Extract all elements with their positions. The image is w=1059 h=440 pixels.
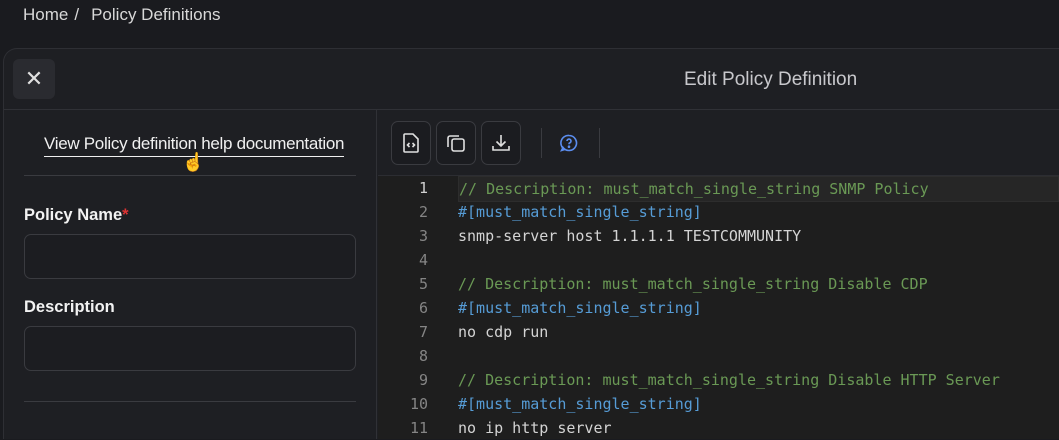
download-button[interactable] (481, 121, 521, 165)
code-line[interactable]: 5 // Description: must_match_single_strin… (378, 272, 1059, 296)
line-number: 6 (418, 299, 428, 317)
breadcrumb-separator: / (74, 5, 80, 24)
policy-name-input[interactable] (24, 234, 356, 279)
line-number: 1 (418, 179, 428, 197)
code-line[interactable]: 8 (378, 344, 1059, 368)
code-line[interactable]: 9 // Description: must_match_single_strin… (378, 368, 1059, 392)
code-text: #[must_match_single_string] (458, 203, 702, 221)
copy-button[interactable] (436, 121, 476, 165)
code-text: // Description: must_match_single_string… (458, 176, 1059, 202)
editor-toolbar (378, 110, 1059, 176)
download-icon (492, 135, 510, 151)
line-number: 11 (409, 419, 428, 437)
code-line[interactable]: 4 (378, 248, 1059, 272)
code-line[interactable]: 3 snmp-server host 1.1.1.1 TESTCOMMUNITY (378, 224, 1059, 248)
line-number: 9 (418, 371, 428, 389)
divider (24, 401, 356, 402)
help-button[interactable] (559, 134, 578, 157)
hand-cursor-icon: ☝ (182, 152, 205, 172)
breadcrumb-home[interactable]: Home (23, 5, 68, 24)
breadcrumb: Home / Policy Definitions (23, 5, 227, 25)
divider (24, 175, 356, 176)
line-number: 3 (418, 227, 428, 245)
code-text: snmp-server host 1.1.1.1 TESTCOMMUNITY (458, 227, 802, 245)
format-code-button[interactable] (391, 121, 431, 165)
modal-header: ✕ Edit Policy Definition (4, 49, 1059, 110)
code-line[interactable]: 11 no ip http server (378, 416, 1059, 440)
line-number: 5 (418, 275, 428, 293)
code-text: #[must_match_single_string] (458, 395, 702, 413)
code-editor[interactable]: 1 // Description: must_match_single_strin… (378, 176, 1059, 439)
help-icon (559, 134, 578, 152)
code-line[interactable]: 7 no cdp run (378, 320, 1059, 344)
code-line[interactable]: 6 #[must_match_single_string] (378, 296, 1059, 320)
copy-icon (447, 135, 465, 152)
toolbar-divider (599, 128, 600, 158)
editor-panel: 1 // Description: must_match_single_strin… (378, 110, 1059, 439)
toolbar-divider (541, 128, 542, 158)
form-panel: View Policy definition help documentatio… (4, 110, 377, 439)
code-text: // Description: must_match_single_string… (458, 371, 1000, 389)
edit-policy-modal: ✕ Edit Policy Definition View Policy def… (3, 48, 1059, 439)
close-button[interactable]: ✕ (13, 59, 55, 99)
code-line[interactable]: 10 #[must_match_single_string] (378, 392, 1059, 416)
line-number: 4 (418, 251, 428, 269)
line-number: 8 (418, 347, 428, 365)
description-label: Description (24, 298, 115, 316)
description-input[interactable] (24, 326, 356, 371)
close-icon: ✕ (24, 66, 44, 91)
line-number: 10 (409, 395, 428, 413)
format-code-icon (403, 133, 419, 153)
line-number: 7 (418, 323, 428, 341)
code-line[interactable]: 2 #[must_match_single_string] (378, 200, 1059, 224)
code-text: no cdp run (458, 323, 549, 341)
policy-name-label: Policy Name* (24, 206, 129, 224)
code-text: #[must_match_single_string] (458, 299, 702, 317)
code-text: no ip http server (458, 419, 612, 437)
modal-title: Edit Policy Definition (684, 69, 858, 90)
code-text: // Description: must_match_single_string… (458, 275, 928, 293)
line-number: 2 (418, 203, 428, 221)
breadcrumb-current[interactable]: Policy Definitions (91, 5, 220, 24)
code-line[interactable]: 1 // Description: must_match_single_strin… (378, 176, 1059, 202)
